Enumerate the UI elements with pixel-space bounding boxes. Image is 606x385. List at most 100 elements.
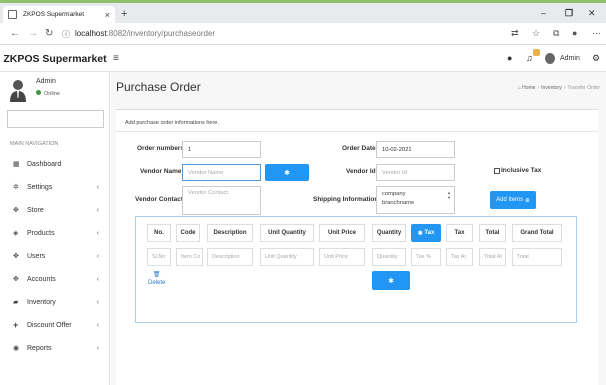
gear-icon: ✱ — [284, 169, 290, 177]
cell-item-code-input[interactable]: Item Co — [176, 248, 203, 266]
products-icon: ◈ — [13, 230, 19, 237]
user-status: Online — [36, 90, 60, 97]
add-items-button[interactable]: Add Items ⊕ — [490, 191, 536, 209]
cell-description-input[interactable]: Description — [207, 248, 253, 266]
sidebar-item-label: Products — [27, 229, 55, 237]
shipping-line-1: company — [382, 191, 406, 197]
accounts-icon: ✥ — [13, 276, 19, 283]
url-field[interactable]: localhost:8082/inventory/purchaseorder — [75, 29, 215, 38]
page-title: Purchase Order — [116, 80, 201, 94]
translate-icon[interactable]: ⇄ — [511, 28, 519, 39]
new-tab-button[interactable]: + — [121, 8, 127, 20]
sidebar-item-settings[interactable]: ✲ Settings ‹ — [0, 179, 110, 195]
cell-total-amount-input[interactable]: Total Ar — [479, 248, 506, 266]
tab-close-icon[interactable]: × — [105, 10, 110, 20]
back-icon[interactable]: ← — [10, 28, 20, 39]
app-header: ZKPOS Supermarket ≡ ● ♫ Admin ⚙ — [0, 46, 606, 72]
delete-row-button[interactable]: 🗑 Delete — [148, 271, 165, 287]
order-date-input[interactable]: 10-02-2021 — [376, 141, 455, 158]
info-icon[interactable]: ⓘ — [62, 29, 70, 40]
profile-icon[interactable]: ● — [572, 28, 577, 38]
tax-toggle-button[interactable]: ✱ Tax — [411, 224, 441, 242]
sidebar-item-inventory[interactable]: ▰ Inventory ‹ — [0, 294, 110, 310]
vendor-id-input[interactable]: Vendor Id — [376, 164, 455, 181]
chevron-left-icon: ‹ — [96, 183, 99, 191]
tax-button-label: Tax — [424, 230, 435, 236]
collections-icon[interactable]: ⧉ — [553, 28, 559, 39]
notification-badge — [533, 49, 540, 56]
chevron-left-icon: ‹ — [96, 321, 99, 329]
col-header-no: No. — [147, 224, 171, 242]
select-arrows-icon: ▲ ▼ — [447, 190, 451, 200]
shipping-info-select[interactable]: company branchname ▲ ▼ — [376, 186, 455, 214]
minimize-button[interactable]: – — [541, 8, 546, 18]
cell-unit-quantity-input[interactable]: Unit Quantity — [260, 248, 314, 266]
sidebar-item-reports[interactable]: ◉ Reports ‹ — [0, 340, 110, 356]
header-user-name[interactable]: Admin — [560, 55, 580, 62]
vendor-contact-textarea[interactable]: Vendor Contact — [182, 186, 261, 215]
sidebar-item-label: Dashboard — [27, 160, 62, 168]
settings-gear-icon[interactable]: ⚙ — [592, 53, 600, 64]
header-avatar[interactable] — [545, 53, 555, 64]
col-header-unit-quantity: Unit Quantity — [260, 224, 314, 242]
more-menu-icon[interactable]: ⋯ — [592, 28, 601, 39]
form-description: Add purchase order informations here. — [125, 120, 219, 126]
cell-total-input[interactable]: Total — [512, 248, 562, 266]
col-header-grand-total: Grand Total — [512, 224, 562, 242]
cell-quantity-input[interactable]: Quantity — [372, 248, 406, 266]
cell-tax-amount-input[interactable]: Tax Ar — [446, 248, 473, 266]
sidebar-item-label: Inventory — [27, 298, 56, 306]
url-path: :8082/inventory/purchaseorder — [106, 29, 216, 38]
vendor-name-input[interactable]: Vendor Name — [182, 164, 261, 181]
sidebar-item-accounts[interactable]: ✥ Accounts ‹ — [0, 271, 110, 287]
bell-icon[interactable]: ♫ — [526, 53, 533, 63]
users-icon: ✥ — [13, 253, 19, 260]
col-header-total: Total — [479, 224, 506, 242]
sidebar-item-dashboard[interactable]: ▦ Dashboard — [0, 156, 110, 172]
plus-icon: + — [13, 320, 19, 330]
sidebar-item-store[interactable]: ✥ Store ‹ — [0, 202, 110, 218]
tab-title: ZKPOS Supermarket — [23, 11, 85, 18]
gear-icon: ✲ — [13, 184, 19, 191]
address-bar: ← → ↻ ⓘ localhost:8082/inventory/purchas… — [0, 23, 606, 45]
sidebar-item-products[interactable]: ◈ Products ‹ — [0, 225, 110, 241]
order-date-label: Order Date — [342, 145, 376, 152]
col-header-tax: Tax — [446, 224, 473, 242]
cell-unit-price-input[interactable]: Unit Price — [319, 248, 365, 266]
breadcrumb-home[interactable]: Home — [522, 85, 535, 91]
col-header-quantity: Quantity — [372, 224, 406, 242]
maximize-button[interactable]: ❐ — [565, 8, 573, 19]
reload-icon[interactable]: ↻ — [45, 28, 53, 39]
vendor-id-label: Vendor Id — [346, 168, 376, 175]
user-name: Admin — [36, 78, 56, 85]
chevron-left-icon: ‹ — [96, 275, 99, 283]
forward-icon[interactable]: → — [28, 28, 38, 39]
dashboard-icon: ▦ — [13, 161, 20, 168]
online-dot-icon — [36, 90, 41, 95]
chevron-left-icon: ‹ — [96, 298, 99, 306]
close-window-button[interactable]: ✕ — [588, 8, 596, 19]
cell-sl-no-input[interactable]: Sl.No — [147, 248, 171, 266]
inclusive-tax-checkbox[interactable]: Inclusive Tax — [494, 167, 541, 174]
sidebar-search-input[interactable] — [7, 110, 104, 128]
gear-icon: ✱ — [417, 230, 423, 237]
add-row-button[interactable]: ✱ — [372, 271, 410, 290]
github-icon[interactable]: ● — [507, 53, 512, 63]
breadcrumb-inventory[interactable]: Inventory — [541, 85, 562, 91]
vendor-settings-button[interactable]: ✱ — [265, 164, 309, 181]
order-numbers-label: Order numbers — [137, 145, 184, 152]
cell-tax-percent-input[interactable]: Tax % — [411, 248, 441, 266]
sidebar-item-users[interactable]: ✥ Users ‹ — [0, 248, 110, 264]
user-avatar — [10, 80, 26, 102]
browser-tab[interactable]: ZKPOS Supermarket × — [3, 6, 115, 23]
menu-toggle-icon[interactable]: ≡ — [113, 53, 119, 64]
sidebar-item-label: Accounts — [27, 275, 56, 283]
sidebar-item-discount-offer[interactable]: + Discount Offer ‹ — [0, 317, 110, 333]
order-numbers-input[interactable]: 1 — [182, 141, 261, 158]
brand-logo[interactable]: ZKPOS Supermarket — [0, 46, 110, 72]
divider — [116, 131, 598, 132]
favorite-star-icon[interactable]: ☆ — [532, 28, 540, 39]
sidebar-item-label: Store — [27, 206, 44, 214]
inclusive-tax-label: Inclusive Tax — [501, 167, 542, 174]
col-header-description: Description — [207, 224, 253, 242]
